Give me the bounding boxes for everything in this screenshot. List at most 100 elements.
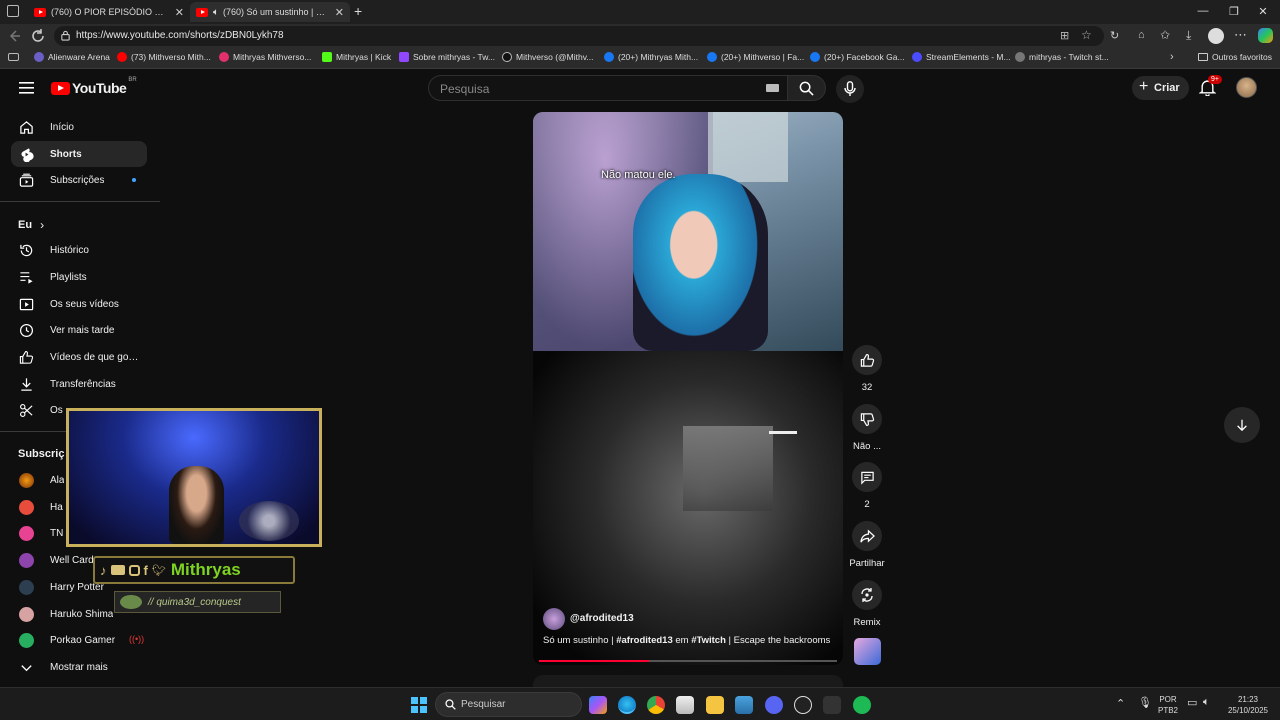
sidebar-item-subscriptions[interactable]: Subscrições xyxy=(11,167,147,193)
url-field[interactable]: https://www.youtube.com/shorts/zDBN0Lykh… xyxy=(54,26,1104,46)
search-input[interactable]: Pesquisa xyxy=(428,75,788,101)
bookmarks-overflow-icon[interactable]: › xyxy=(1170,51,1174,63)
other-favorites[interactable]: Outros favoritos xyxy=(1198,52,1272,62)
next-short-preview[interactable] xyxy=(533,675,843,687)
sidebar-item-playlists[interactable]: Playlists xyxy=(11,264,147,290)
shorts-video-player[interactable]: Não matou ele. @afrodited13 Só um sustin… xyxy=(533,112,843,665)
bookmark-instagram[interactable]: Mithryas Mithverso... xyxy=(219,52,311,62)
file-explorer-icon[interactable] xyxy=(706,696,724,714)
search-button[interactable] xyxy=(788,75,826,101)
copilot-app-icon[interactable] xyxy=(589,696,607,714)
minimize-icon[interactable]: — xyxy=(1186,0,1220,22)
share-button[interactable] xyxy=(852,521,882,551)
bookmark-alienware[interactable]: Alienware Arena xyxy=(34,52,110,62)
youtube-page: YouTube BR Pesquisa + Criar 9+ Início Sh… xyxy=(0,70,1280,687)
sound-thumbnail[interactable] xyxy=(854,638,881,665)
remix-button[interactable] xyxy=(852,580,882,610)
remix-action[interactable]: Remix xyxy=(851,580,883,628)
bookmark-mithverso-yt[interactable]: (73) Mithverso Mith... xyxy=(117,52,211,62)
store-icon[interactable] xyxy=(676,696,694,714)
notifications-button[interactable]: 9+ xyxy=(1199,75,1222,99)
create-button[interactable]: + Criar xyxy=(1132,76,1189,100)
taskbar-search[interactable]: Pesquisar xyxy=(435,692,582,717)
keyboard-icon[interactable] xyxy=(766,84,779,92)
you-section-header[interactable]: Eu › xyxy=(18,218,44,232)
close-tab-icon[interactable]: ✕ xyxy=(175,6,184,19)
dislike-action[interactable]: Não ... xyxy=(851,404,883,452)
chrome-icon[interactable] xyxy=(647,696,665,714)
comments-button[interactable] xyxy=(852,462,882,492)
dislike-button[interactable] xyxy=(852,404,882,434)
tab-actions-icon[interactable] xyxy=(7,5,19,17)
share-action[interactable]: Partilhar xyxy=(849,521,885,569)
bookmark-fb-gaming[interactable]: (20+) Facebook Ga... xyxy=(810,52,905,62)
close-tab-icon[interactable]: ✕ xyxy=(335,6,344,19)
next-short-button[interactable] xyxy=(1224,407,1260,443)
sidebar-item-liked[interactable]: Vídeos de que gost... xyxy=(11,344,147,370)
comment-icon xyxy=(860,471,874,485)
bookmark-streamelements[interactable]: StreamElements - M... xyxy=(912,52,1011,62)
github-icon[interactable] xyxy=(794,696,812,714)
close-window-icon[interactable]: ✕ xyxy=(1246,0,1280,22)
clock[interactable]: 21:23 25/10/2025 xyxy=(1220,694,1276,716)
sidebar-item-downloads[interactable]: Transferências xyxy=(11,371,147,397)
network-icon[interactable]: ▭ xyxy=(1187,696,1197,709)
extension-icon[interactable]: ⌂ xyxy=(1138,29,1145,41)
tray-overflow-icon[interactable]: ⌃ xyxy=(1116,697,1125,710)
plus-icon: + xyxy=(1139,78,1149,95)
show-more-button[interactable]: Mostrar mais xyxy=(11,654,147,680)
bookmark-twitch-stream[interactable]: mithryas - Twitch st... xyxy=(1015,52,1109,62)
instagram-icon xyxy=(128,564,140,576)
profile-avatar[interactable] xyxy=(1208,28,1224,44)
youtube-logo[interactable]: YouTube BR xyxy=(51,77,137,96)
bookmark-x[interactable]: Mithverso (@Mithv... xyxy=(502,52,593,62)
tab-shorts[interactable]: 🔈︎ (760) Só um sustinho | #afro ✕ xyxy=(190,2,350,22)
volume-icon[interactable]: 🔈︎ xyxy=(1203,696,1210,709)
tab-one-piece[interactable]: (760) O PIOR EPISÓDIO DE ONE P ✕ xyxy=(28,2,190,22)
progress-track[interactable] xyxy=(539,660,837,662)
start-button[interactable] xyxy=(411,697,427,713)
hashtag-link[interactable]: #Twitch xyxy=(691,635,726,646)
hashtag-link[interactable]: #afrodited13 xyxy=(616,635,673,646)
menu-icon[interactable] xyxy=(19,82,34,94)
subscription-item[interactable]: Porkao Gamer ((•)) xyxy=(11,627,147,653)
comments-action[interactable]: 2 xyxy=(851,462,883,510)
bookmark-fb-mithryas[interactable]: (20+) Mithryas Mith... xyxy=(604,52,698,62)
photos-icon[interactable] xyxy=(735,696,753,714)
sidebar-item-watch-later[interactable]: Ver mais tarde xyxy=(11,317,147,343)
input-language[interactable]: POR PTB2 xyxy=(1156,694,1180,716)
address-bar-row: https://www.youtube.com/shorts/zDBN0Lykh… xyxy=(0,24,1280,48)
discord-icon[interactable] xyxy=(765,696,783,714)
collections-icon[interactable] xyxy=(8,53,19,61)
edge-browser-icon[interactable] xyxy=(618,696,636,714)
speaker-icon[interactable]: 🔈︎ xyxy=(213,7,219,18)
more-options-icon[interactable]: ⋯ xyxy=(1234,27,1247,43)
sidebar-item-history[interactable]: Histórico xyxy=(11,237,147,263)
spotify-icon[interactable] xyxy=(853,696,871,714)
sidebar-item-shorts[interactable]: Shorts xyxy=(11,141,147,167)
tools-icon[interactable] xyxy=(823,696,841,714)
favorite-star-icon[interactable]: ☆ xyxy=(1081,28,1092,42)
back-icon[interactable] xyxy=(6,28,22,44)
video-caption: Não matou ele. xyxy=(601,169,676,181)
downloads-icon[interactable]: ⤓ xyxy=(1186,28,1191,43)
account-avatar[interactable] xyxy=(1236,77,1257,98)
sidebar-item-home[interactable]: Início xyxy=(11,114,147,140)
site-info-icon[interactable] xyxy=(60,30,71,41)
channel-avatar[interactable] xyxy=(543,608,565,630)
channel-handle[interactable]: @afrodited13 xyxy=(570,613,634,624)
app-available-icon[interactable]: ⊞ xyxy=(1060,29,1069,42)
like-action[interactable]: 32 xyxy=(851,345,883,393)
favorites-icon[interactable]: ✩ xyxy=(1160,28,1170,42)
extensions-refresh-icon[interactable]: ↻ xyxy=(1110,29,1119,42)
refresh-icon[interactable] xyxy=(30,28,46,44)
new-tab-icon[interactable]: + xyxy=(354,3,362,19)
copilot-icon[interactable] xyxy=(1258,28,1273,43)
sidebar-item-your-videos[interactable]: Os seus vídeos xyxy=(11,291,147,317)
voice-search-button[interactable] xyxy=(836,75,864,103)
bookmark-twitch-about[interactable]: Sobre mithryas - Tw... xyxy=(399,52,495,62)
bookmark-kick[interactable]: Mithryas | Kick xyxy=(322,52,391,62)
like-button[interactable] xyxy=(852,345,882,375)
microphone-tray-icon[interactable]: 🎙︎ xyxy=(1138,696,1152,709)
bookmark-fb-mithverso[interactable]: (20+) Mithverso | Fa... xyxy=(707,52,804,62)
